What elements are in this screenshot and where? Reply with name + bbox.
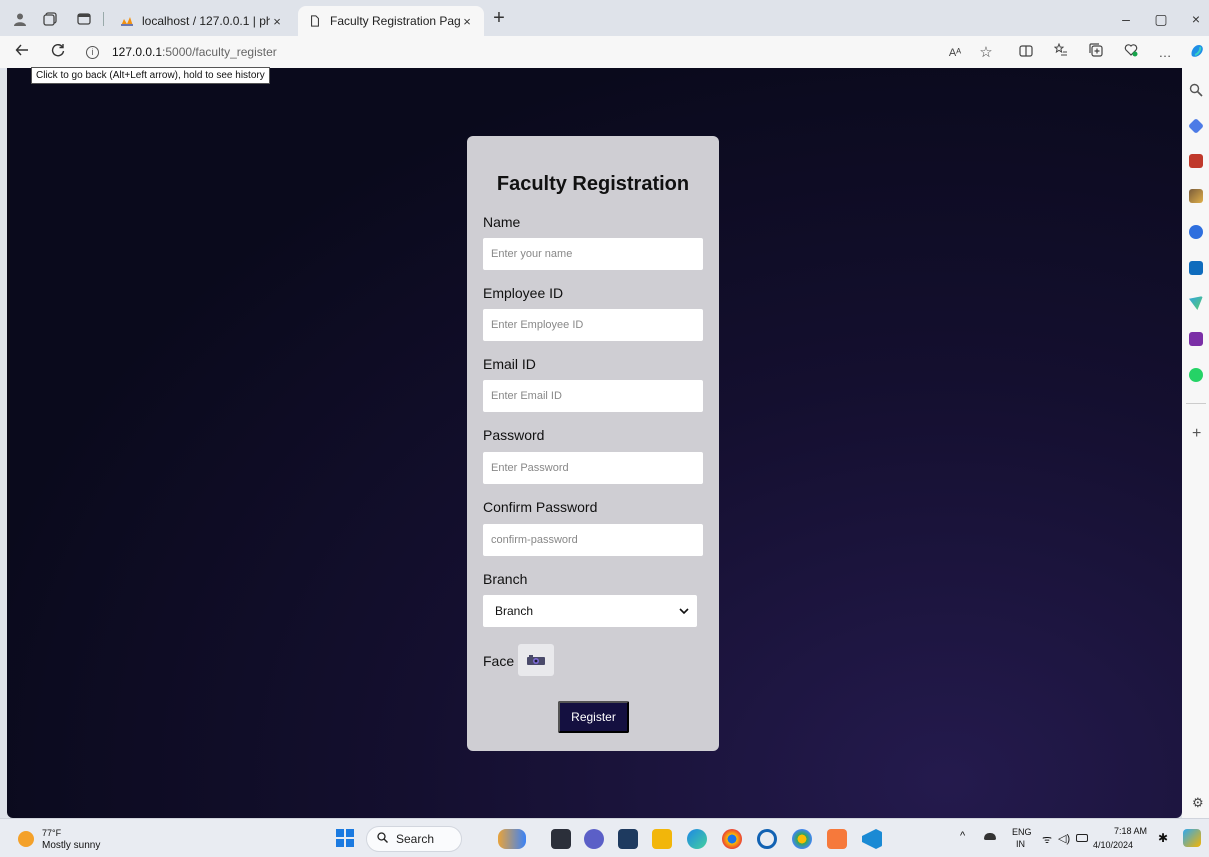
settings-more-button[interactable]: …	[1155, 43, 1175, 63]
sidebar-tools-icon[interactable]	[1189, 154, 1203, 168]
copilot-icon[interactable]	[1187, 43, 1207, 63]
weather-temperature[interactable]: 77°F	[42, 828, 61, 838]
phpmyadmin-icon	[121, 17, 133, 26]
notification-bell-icon[interactable]: ✱	[1158, 831, 1168, 845]
search-label: Search	[396, 832, 435, 846]
branch-selected-value: Branch	[495, 604, 534, 618]
minimize-button[interactable]: –	[1115, 8, 1137, 30]
url-field[interactable]: i 127.0.0.1 :5000/faculty_register	[86, 41, 934, 63]
sidebar-settings-icon[interactable]: ⚙	[1192, 795, 1204, 811]
page-icon	[311, 15, 319, 27]
sidebar-designer-icon[interactable]	[1189, 296, 1203, 310]
favorites-icon[interactable]	[1051, 42, 1071, 63]
site-info-icon[interactable]: i	[86, 45, 99, 59]
teams-chat-icon[interactable]	[584, 829, 604, 849]
chrome-icon[interactable]	[722, 829, 742, 849]
language-indicator-top[interactable]: ENG	[1012, 827, 1032, 837]
refresh-icon	[51, 44, 65, 57]
back-arrow-icon	[15, 44, 28, 56]
close-tab-icon[interactable]: ×	[460, 14, 474, 29]
task-view-icon[interactable]	[551, 829, 571, 849]
sidebar-microsoft365-icon[interactable]	[1189, 225, 1203, 239]
weather-description[interactable]: Mostly sunny	[42, 840, 100, 851]
tab-title: Faculty Registration Page	[330, 14, 460, 28]
sidebar-onenote-icon[interactable]	[1189, 332, 1203, 346]
split-screen-icon[interactable]	[1016, 43, 1036, 63]
cortana-icon[interactable]	[757, 829, 777, 849]
file-explorer-icon[interactable]	[652, 829, 672, 849]
face-capture-button[interactable]	[518, 644, 554, 676]
tab-divider	[103, 12, 104, 26]
xampp-icon[interactable]	[827, 829, 847, 849]
url-host: 127.0.0.1	[112, 45, 163, 59]
workspaces-icon[interactable]	[40, 9, 60, 29]
taskbar-search[interactable]: Search	[366, 826, 462, 852]
form-title: Faculty Registration	[496, 173, 690, 195]
registration-card: Faculty Registration Name Employee ID Em…	[467, 136, 719, 751]
chevron-down-icon	[679, 607, 689, 614]
edge-browser-icon[interactable]	[687, 829, 707, 849]
clock-time[interactable]: 7:18 AM	[1114, 826, 1147, 836]
name-label: Name	[483, 214, 521, 230]
show-hidden-icons-chevron-icon[interactable]: ^	[960, 830, 965, 842]
language-indicator-bottom[interactable]: IN	[1016, 839, 1025, 849]
vscode-icon[interactable]	[862, 829, 882, 849]
browser-essentials-icon[interactable]	[1121, 43, 1141, 63]
profile-icon[interactable]	[10, 9, 30, 29]
tab-phpmyadmin[interactable]: localhost / 127.0.0.1 | phpMyAdn ×	[110, 6, 294, 36]
onedrive-cloud-icon[interactable]	[984, 833, 996, 840]
store-icon[interactable]	[618, 829, 638, 849]
refresh-button[interactable]	[47, 41, 69, 63]
employee-id-input[interactable]	[483, 309, 703, 341]
sidebar-shopping-icon[interactable]	[1188, 118, 1204, 134]
email-id-label: Email ID	[483, 356, 536, 372]
register-button[interactable]: Register	[558, 701, 629, 733]
sidebar-outlook-icon[interactable]	[1189, 261, 1203, 275]
read-aloud-icon[interactable]: Aᴬ	[945, 43, 965, 63]
vertical-tabs-icon[interactable]	[74, 9, 94, 29]
branch-label: Branch	[483, 571, 528, 587]
branch-select[interactable]: Branch	[483, 595, 697, 627]
face-label: Face	[483, 653, 515, 669]
sidebar-divider	[1186, 403, 1206, 404]
clock-date[interactable]: 4/10/2024	[1093, 840, 1133, 850]
tab-title: localhost / 127.0.0.1 | phpMyAdn	[142, 14, 270, 28]
sidebar-games-icon[interactable]	[1189, 189, 1203, 203]
back-button[interactable]	[11, 41, 33, 63]
close-tab-icon[interactable]: ×	[270, 14, 284, 29]
favorite-star-icon[interactable]: ☆	[976, 43, 996, 63]
start-button[interactable]	[336, 829, 354, 847]
taskbar: 77°F Mostly sunny Search ^ ENG IN ᯤ ◁) 7…	[0, 818, 1209, 857]
close-window-button[interactable]: ×	[1185, 8, 1207, 30]
tab-bar: localhost / 127.0.0.1 | phpMyAdn × Facul…	[0, 0, 1209, 36]
weather-sun-icon[interactable]	[18, 831, 34, 847]
sidebar-add-icon[interactable]: +	[1192, 425, 1201, 443]
volume-icon[interactable]: ◁)	[1058, 832, 1070, 845]
collections-icon[interactable]	[1086, 43, 1106, 63]
search-icon	[377, 832, 388, 846]
confirm-password-label: Confirm Password	[483, 499, 598, 515]
password-input[interactable]	[483, 452, 703, 484]
sidebar-whatsapp-icon[interactable]	[1189, 368, 1203, 382]
confirm-password-input[interactable]	[483, 524, 703, 556]
sidebar-search-icon[interactable]	[1189, 83, 1203, 97]
new-tab-button[interactable]: +	[488, 8, 510, 30]
password-label: Password	[483, 427, 545, 443]
email-id-input[interactable]	[483, 380, 703, 412]
chrome-profile-icon[interactable]	[792, 829, 812, 849]
copilot-taskbar-icon[interactable]	[1183, 829, 1201, 847]
camera-icon	[527, 655, 545, 665]
employee-id-label: Employee ID	[483, 285, 564, 301]
widgets-app-icon[interactable]	[498, 829, 526, 849]
battery-icon[interactable]	[1076, 834, 1088, 842]
page-viewport: Faculty Registration Name Employee ID Em…	[7, 68, 1182, 818]
wifi-icon[interactable]: ᯤ	[1042, 832, 1052, 847]
tab-faculty-registration[interactable]: Faculty Registration Page ×	[298, 6, 484, 36]
edge-sidebar	[1182, 68, 1209, 818]
name-input[interactable]	[483, 238, 703, 270]
url-path: :5000/faculty_register	[162, 45, 277, 59]
address-bar: i 127.0.0.1 :5000/faculty_register Aᴬ ☆ …	[0, 36, 1209, 68]
restore-button[interactable]: ▢	[1150, 8, 1172, 30]
back-button-tooltip: Click to go back (Alt+Left arrow), hold …	[31, 67, 270, 84]
